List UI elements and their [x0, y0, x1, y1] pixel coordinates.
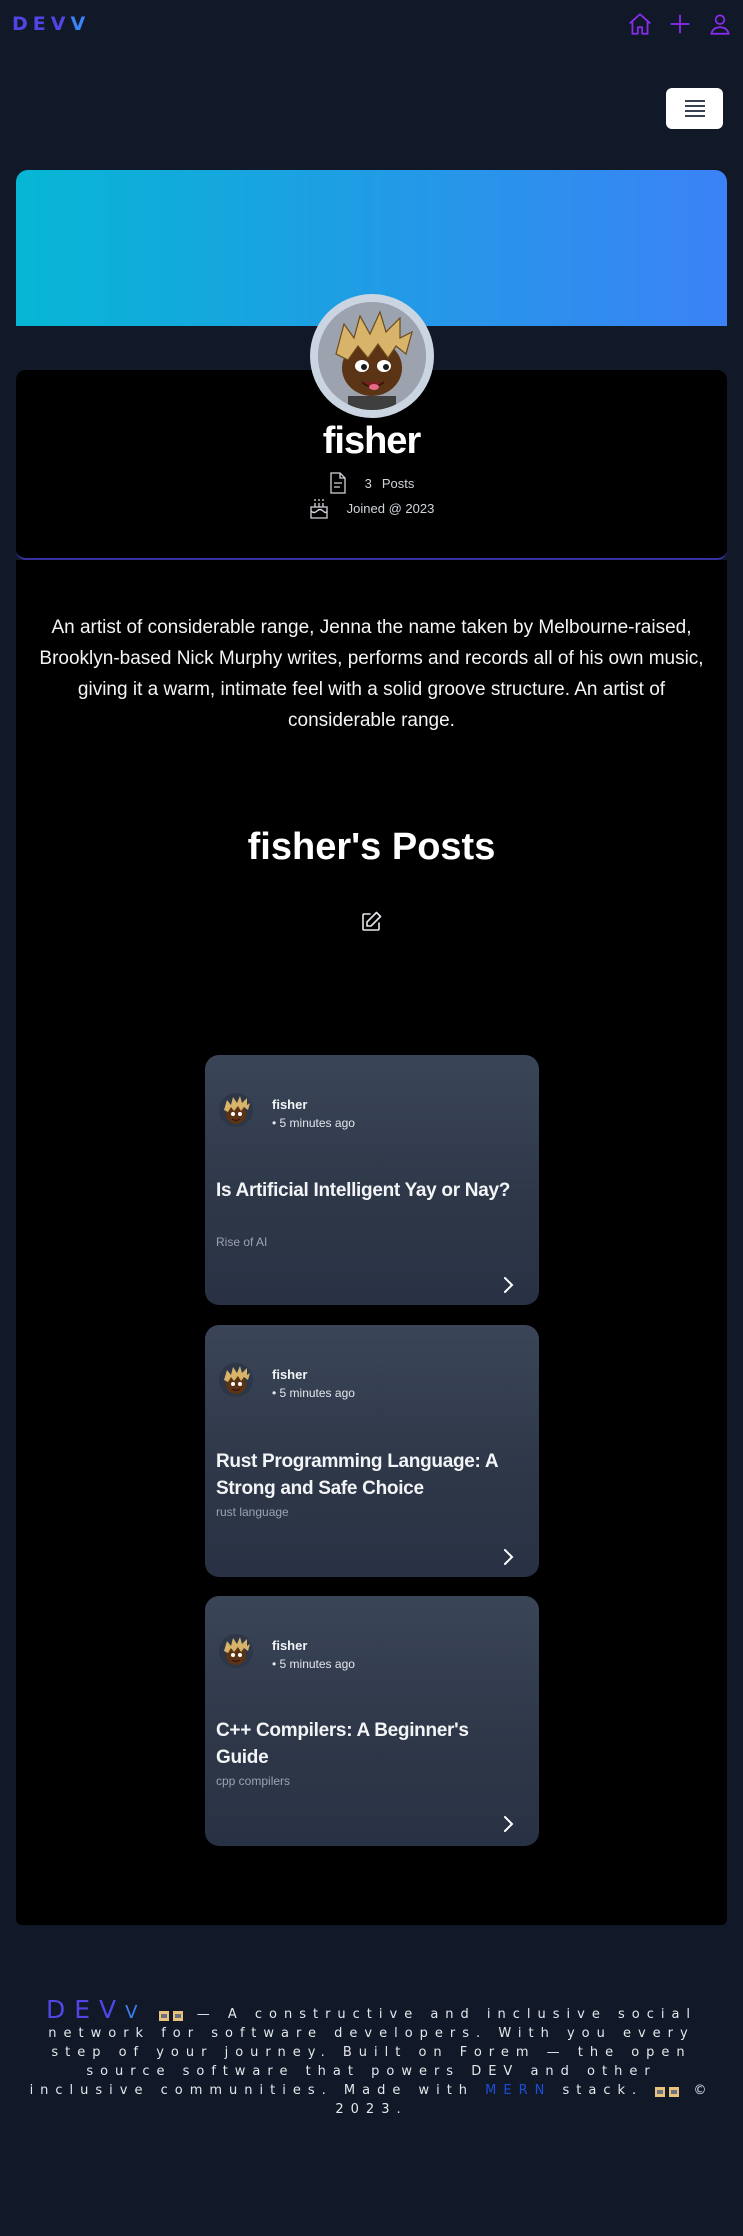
avatar-illustration: [318, 302, 426, 410]
logo-main: DEV: [12, 13, 71, 35]
post-tag: cpp compilers: [216, 1774, 291, 1788]
cake-icon: [309, 497, 329, 519]
chevron-right-icon[interactable]: [501, 1547, 515, 1567]
post-tag: Rise of AI: [216, 1235, 268, 1249]
top-navbar: DEVV: [0, 0, 743, 48]
sparkle-emoji-icon: [654, 2085, 682, 2097]
post-author[interactable]: fisher: [272, 1638, 307, 1653]
post-card[interactable]: fisher • 5 minutes ago Rust Programming …: [205, 1325, 539, 1577]
post-time: • 5 minutes ago: [272, 1386, 355, 1400]
post-card[interactable]: fisher • 5 minutes ago C++ Compilers: A …: [205, 1596, 539, 1846]
profile-username: fisher: [322, 420, 421, 462]
posts-label: Posts: [381, 475, 415, 491]
joined-row: Joined @ 2023: [0, 497, 743, 519]
post-card[interactable]: fisher • 5 minutes ago Is Artificial Int…: [205, 1055, 539, 1305]
footer-logo-tail: V: [125, 2002, 147, 2023]
user-icon[interactable]: [707, 11, 733, 37]
footer-logo[interactable]: DEVV: [46, 1995, 146, 2024]
hamburger-menu-button[interactable]: [666, 88, 723, 129]
sparkle-emoji-icon: [158, 2009, 186, 2021]
post-author-avatar: [219, 1363, 253, 1397]
add-post-icon[interactable]: [667, 11, 693, 37]
footer-mern-link[interactable]: MERN: [485, 2083, 551, 2098]
site-logo[interactable]: DEVV: [12, 13, 90, 35]
profile-avatar: [310, 294, 434, 418]
post-time: • 5 minutes ago: [272, 1657, 355, 1671]
logo-tail: V: [70, 13, 91, 35]
footer-logo-main: DEV: [45, 1995, 126, 2024]
footer-text-stack: stack.: [562, 2083, 644, 2098]
document-icon: [329, 472, 347, 494]
profile-bio: An artist of considerable range, Jenna t…: [39, 617, 704, 731]
post-author[interactable]: fisher: [272, 1097, 307, 1112]
post-author-avatar: [219, 1634, 253, 1668]
edit-icon[interactable]: [359, 910, 383, 934]
post-tag: rust language: [216, 1505, 289, 1519]
chevron-right-icon[interactable]: [501, 1275, 515, 1295]
footer: DEVV — A constructive and inclusive soci…: [24, 1997, 719, 2119]
post-title[interactable]: Rust Programming Language: A Strong and …: [216, 1448, 516, 1502]
nav-icons: [627, 11, 733, 37]
menu-line-icon: [684, 100, 705, 102]
post-author[interactable]: fisher: [272, 1367, 307, 1382]
joined-date: Joined @ 2023: [346, 500, 435, 516]
chevron-right-icon[interactable]: [501, 1814, 515, 1834]
posts-section-title: fisher's Posts: [247, 826, 496, 868]
post-title[interactable]: C++ Compilers: A Beginner's Guide: [216, 1717, 516, 1771]
post-time: • 5 minutes ago: [272, 1116, 355, 1130]
post-author-avatar: [219, 1093, 253, 1127]
home-icon[interactable]: [627, 11, 653, 37]
post-title[interactable]: Is Artificial Intelligent Yay or Nay?: [216, 1177, 516, 1204]
posts-count: 3: [364, 475, 372, 491]
posts-count-row: 3 Posts: [0, 472, 743, 494]
